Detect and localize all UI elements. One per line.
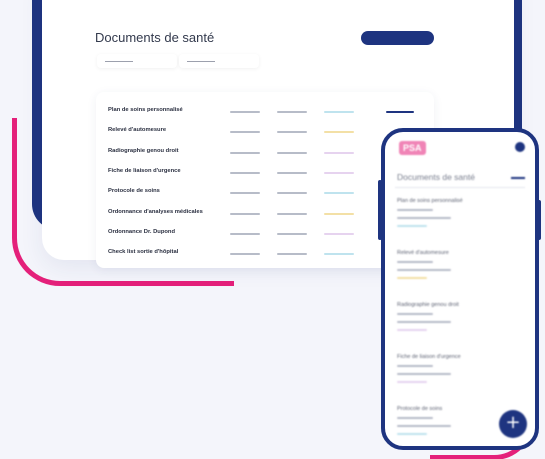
placeholder-bar — [397, 277, 427, 279]
document-name: Radiographie genou droit — [397, 302, 459, 308]
illustration: Documents de santé Plan de soins personn… — [0, 0, 545, 459]
placeholder-bar — [397, 365, 433, 367]
document-name: Fiche de liaison d'urgence — [397, 354, 461, 360]
placeholder-bar — [397, 217, 451, 219]
placeholder-bar — [230, 131, 260, 133]
placeholder-bar — [397, 417, 433, 419]
placeholder-bar — [397, 381, 427, 383]
placeholder-bar — [230, 192, 260, 194]
row-action-bar[interactable] — [386, 111, 414, 113]
placeholder-bar — [277, 131, 307, 133]
mobile-phone: PSA Documents de santé + Plan de soins p… — [381, 128, 539, 450]
placeholder-bar — [397, 329, 427, 331]
placeholder-bar — [230, 111, 260, 113]
placeholder-bar — [324, 213, 354, 215]
placeholder-bar — [230, 152, 260, 154]
list-item[interactable]: Fiche de liaison d'urgence — [397, 354, 527, 394]
document-name: Relevé d'automesure — [397, 250, 449, 256]
list-item[interactable]: Radiographie genou droit — [397, 302, 527, 342]
document-name: Plan de soins personnalisé — [397, 198, 463, 204]
placeholder-bar — [324, 172, 354, 174]
document-name: Ordonnance Dr. Dupond — [108, 229, 175, 235]
placeholder-bar — [397, 321, 451, 323]
primary-action-button[interactable] — [361, 31, 434, 45]
list-item[interactable]: Relevé d'automesure — [397, 250, 527, 290]
placeholder-bar — [397, 269, 451, 271]
placeholder-bar — [230, 253, 260, 255]
placeholder-bar — [397, 313, 433, 315]
filter-input[interactable] — [97, 54, 177, 68]
document-name: Ordonnance d'analyses médicales — [108, 209, 203, 215]
placeholder-bar — [397, 433, 427, 435]
placeholder-bar — [397, 373, 451, 375]
document-name: Protocole de soins — [108, 188, 160, 194]
document-name: Relevé d'automesure — [108, 127, 167, 133]
placeholder-bar — [277, 213, 307, 215]
placeholder-bar — [230, 172, 260, 174]
placeholder-bar — [277, 111, 307, 113]
placeholder-bar — [397, 425, 451, 427]
document-name: Protocole de soins — [397, 406, 443, 412]
avatar[interactable] — [515, 142, 525, 152]
document-name: Plan de soins personnalisé — [108, 107, 183, 113]
placeholder-bar — [277, 192, 307, 194]
document-name: Check list sortie d'hôpital — [108, 249, 179, 255]
placeholder-bar — [230, 213, 260, 215]
placeholder-bar — [397, 225, 427, 227]
placeholder-bar — [324, 253, 354, 255]
list-item[interactable]: Plan de soins personnalisé — [397, 198, 527, 238]
placeholder-bar — [397, 261, 433, 263]
page-title: Documents de santé — [95, 30, 215, 45]
list-item[interactable]: Protocole de soins — [397, 406, 527, 446]
placeholder-bar — [277, 233, 307, 235]
table-row[interactable]: Plan de soins personnalisé — [96, 102, 434, 122]
placeholder-bar — [324, 131, 354, 133]
placeholder-bar — [277, 172, 307, 174]
placeholder-bar — [397, 209, 433, 211]
document-name: Radiographie genou droit — [108, 148, 179, 154]
menu-icon[interactable] — [511, 177, 525, 179]
placeholder-bar — [324, 152, 354, 154]
placeholder-bar — [230, 233, 260, 235]
placeholder-bar — [324, 233, 354, 235]
mobile-page-title: Documents de santé — [397, 172, 475, 182]
divider — [395, 187, 525, 188]
filter-input[interactable] — [179, 54, 259, 68]
placeholder-bar — [324, 111, 354, 113]
app-logo: PSA — [399, 141, 426, 155]
placeholder-bar — [324, 192, 354, 194]
filter-placeholder-line — [105, 61, 133, 62]
document-name: Fiche de liaison d'urgence — [108, 168, 181, 174]
placeholder-bar — [277, 253, 307, 255]
placeholder-bar — [277, 152, 307, 154]
filter-placeholder-line — [187, 61, 215, 62]
